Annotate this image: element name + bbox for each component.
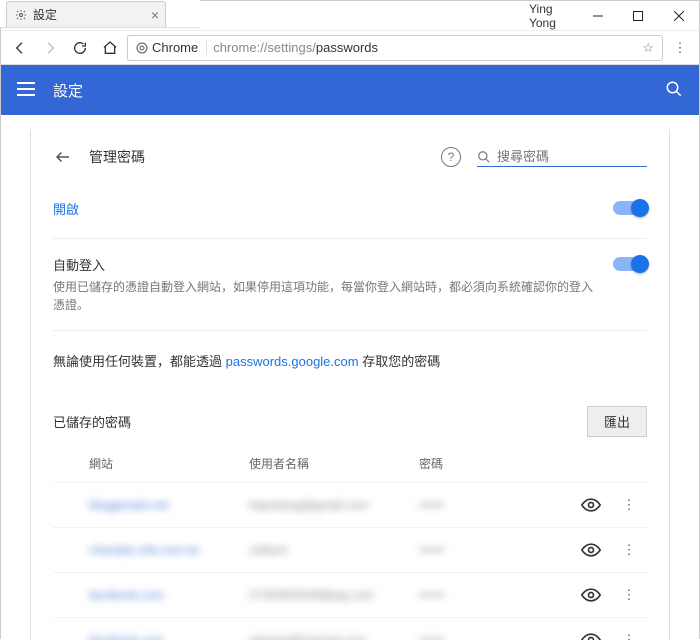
url-scheme-badge: Chrome xyxy=(136,40,207,55)
password-row: facebook.com 27303829349@qq.com •••••• ⋮ xyxy=(53,572,647,617)
nav-reload-button[interactable] xyxy=(67,35,93,61)
eye-icon[interactable] xyxy=(581,495,601,515)
offer-save-row: 開啟 xyxy=(53,183,647,239)
tab-title: 設定 xyxy=(33,6,57,23)
password-search-input[interactable] xyxy=(497,149,637,164)
url-scheme-text: Chrome xyxy=(152,40,198,55)
passwords-table: 網站 使用者名稱 密碼 bloggerads.net hapokang@gmai… xyxy=(53,445,647,640)
settings-title: 設定 xyxy=(53,80,83,101)
row-user: hapokang@gmail.com xyxy=(249,498,419,512)
row-password: •••••• xyxy=(419,588,519,602)
row-menu-icon[interactable]: ⋮ xyxy=(619,495,639,515)
row-menu-icon[interactable]: ⋮ xyxy=(619,540,639,560)
row-site[interactable]: bloggerads.net xyxy=(89,498,249,512)
tab-strip: 設定 × xyxy=(0,0,200,28)
window-maximize-button[interactable] xyxy=(618,1,659,31)
nav-back-button[interactable] xyxy=(7,35,33,61)
window-minimize-button[interactable] xyxy=(577,1,618,31)
hamburger-icon[interactable] xyxy=(17,82,35,99)
browser-toolbar: Chrome chrome://settings/passwords ☆ ⋮ xyxy=(1,31,699,65)
eye-icon[interactable] xyxy=(581,540,601,560)
passwords-subheader: 管理密碼 ? xyxy=(53,137,647,183)
col-site: 網站 xyxy=(89,455,249,472)
browser-menu-button[interactable]: ⋮ xyxy=(667,35,693,61)
row-password: •••••• xyxy=(419,498,519,512)
back-arrow-icon[interactable] xyxy=(53,147,73,167)
passwords-table-header: 網站 使用者名稱 密碼 xyxy=(53,445,647,482)
settings-content: 管理密碼 ? 開啟 自動登入 使用已儲存的憑證自動登入網站，如果停用這項功能，每… xyxy=(1,115,699,640)
password-search-wrap xyxy=(477,147,647,167)
autosignin-row: 自動登入 使用已儲存的憑證自動登入網站，如果停用這項功能，每當你登入網站時，都必… xyxy=(53,239,647,331)
gear-icon xyxy=(15,9,27,21)
autosignin-toggle[interactable] xyxy=(613,257,647,271)
row-menu-icon[interactable]: ⋮ xyxy=(619,585,639,605)
nav-forward-button[interactable] xyxy=(37,35,63,61)
window-close-button[interactable] xyxy=(658,1,699,31)
passwords-google-info: 無論使用任何裝置，都能透過 passwords.google.com 存取您的密… xyxy=(53,331,647,396)
row-password: •••••• xyxy=(419,543,519,557)
settings-search-icon[interactable] xyxy=(665,80,683,101)
password-row: bloggerads.net hapokang@gmail.com ••••••… xyxy=(53,482,647,527)
tab-close-icon[interactable]: × xyxy=(151,8,159,22)
autosignin-desc: 使用已儲存的憑證自動登入網站，如果停用這項功能，每當你登入網站時，都必須向系統確… xyxy=(53,278,593,314)
row-site[interactable]: chandan.chb.com.tw xyxy=(89,543,249,557)
row-user: 27303829349@qq.com xyxy=(249,588,419,602)
eye-icon[interactable] xyxy=(581,585,601,605)
col-pw: 密碼 xyxy=(419,455,519,472)
row-site[interactable]: facebook.com xyxy=(89,588,249,602)
passwords-card: 管理密碼 ? 開啟 自動登入 使用已儲存的憑證自動登入網站，如果停用這項功能，每… xyxy=(30,129,670,640)
saved-passwords-label: 已儲存的密碼 xyxy=(53,412,131,431)
nav-home-button[interactable] xyxy=(97,35,123,61)
export-button[interactable]: 匯出 xyxy=(587,406,647,437)
search-icon xyxy=(477,150,491,164)
bookmark-star-icon[interactable]: ☆ xyxy=(642,40,654,56)
window-username: Ying Yong xyxy=(529,2,577,30)
passwords-google-link[interactable]: passwords.google.com xyxy=(226,354,359,369)
saved-passwords-header: 已儲存的密碼 匯出 xyxy=(53,396,647,445)
passwords-subtitle: 管理密碼 xyxy=(89,147,145,167)
chrome-icon xyxy=(136,42,148,54)
offer-save-label: 開啟 xyxy=(53,199,593,218)
url-text: chrome://settings/passwords xyxy=(213,40,378,55)
password-row: facebook.com okhago@hotmail.com •••••• ⋮ xyxy=(53,617,647,640)
col-user: 使用者名稱 xyxy=(249,455,419,472)
browser-tab[interactable]: 設定 × xyxy=(6,1,166,27)
password-row: chandan.chb.com.tw ch8ach •••••• ⋮ xyxy=(53,527,647,572)
row-user: ch8ach xyxy=(249,543,419,557)
help-icon[interactable]: ? xyxy=(441,147,461,167)
window-titlebar: 設定 × Ying Yong xyxy=(1,1,699,31)
offer-save-toggle[interactable] xyxy=(613,201,647,215)
address-bar[interactable]: Chrome chrome://settings/passwords ☆ xyxy=(127,35,663,61)
settings-header: 設定 xyxy=(1,65,699,115)
autosignin-label: 自動登入 xyxy=(53,255,593,274)
